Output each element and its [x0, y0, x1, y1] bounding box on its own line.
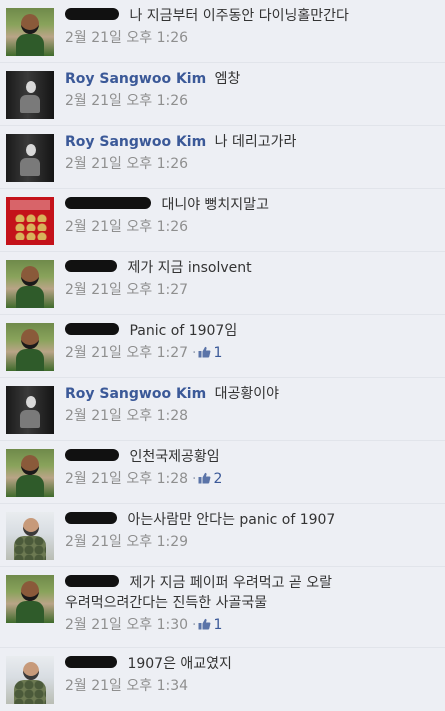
meta-separator: ·: [192, 345, 197, 361]
comment-feed: 나 지금부터 이주동안 다이닝홀만간다 2월 21일 오후 1:26 Roy S…: [0, 0, 445, 708]
thumbs-up-icon[interactable]: [198, 618, 211, 630]
comment-item: 제가 지금 페이퍼 우려먹고 곧 오랄 우려먹으려간다는 진득한 사골국물 2월…: [0, 567, 445, 648]
author-name-redacted[interactable]: [65, 449, 119, 461]
comment-item: 1907은 애교였지 2월 21일 오후 1:34: [0, 648, 445, 711]
author-name-redacted[interactable]: [65, 323, 119, 335]
comment-text: 아는사람만 안다는 panic of 1907: [127, 512, 336, 528]
author-name-link[interactable]: Roy Sangwoo Kim: [65, 71, 206, 87]
author-name-link[interactable]: Roy Sangwoo Kim: [65, 386, 206, 402]
boy-avatar-icon[interactable]: [6, 575, 54, 623]
boy-avatar-icon[interactable]: [6, 323, 54, 371]
comment-item: 아는사람만 안다는 panic of 1907 2월 21일 오후 1:29: [0, 504, 445, 567]
comment-text: 제가 지금 insolvent: [127, 260, 252, 276]
comment-meta: 2월 21일 오후 1:28 · 2: [65, 469, 439, 489]
author-name-redacted[interactable]: [65, 575, 119, 587]
soldier-avatar-icon[interactable]: [6, 512, 54, 560]
meta-separator: ·: [192, 617, 197, 633]
comment-text: 대공황이야: [214, 386, 280, 402]
comment-timestamp[interactable]: 2월 21일 오후 1:30: [65, 617, 188, 633]
comment-text: 인천국제공황임: [129, 449, 220, 465]
comment-meta: 2월 21일 오후 1:30 · 1: [65, 615, 439, 635]
comment-item: Roy Sangwoo Kim 엠창 2월 21일 오후 1:26: [0, 63, 445, 126]
comment-item: Panic of 1907임 2월 21일 오후 1:27 · 1: [0, 315, 445, 378]
comment-item: 나 지금부터 이주동안 다이닝홀만간다 2월 21일 오후 1:26: [0, 0, 445, 63]
author-name-redacted[interactable]: [65, 656, 117, 668]
comment-timestamp[interactable]: 2월 21일 오후 1:28: [65, 406, 439, 426]
comment-timestamp[interactable]: 2월 21일 오후 1:26: [65, 154, 439, 174]
meta-separator: ·: [192, 471, 197, 487]
comment-timestamp[interactable]: 2월 21일 오후 1:27: [65, 345, 188, 361]
boy-avatar-icon[interactable]: [6, 449, 54, 497]
red-avatar-icon[interactable]: [6, 197, 54, 245]
comment-text: 나 지금부터 이주동안 다이닝홀만간다: [129, 8, 349, 24]
like-count[interactable]: 2: [213, 471, 222, 487]
boy-avatar-icon[interactable]: [6, 8, 54, 56]
comment-text: 1907은 애교였지: [127, 656, 232, 672]
author-name-redacted[interactable]: [65, 512, 117, 524]
comment-item: 제가 지금 insolvent 2월 21일 오후 1:27: [0, 252, 445, 315]
like-count[interactable]: 1: [213, 617, 222, 633]
author-name-link[interactable]: Roy Sangwoo Kim: [65, 134, 206, 150]
thumbs-up-icon[interactable]: [198, 346, 211, 358]
comment-item: Roy Sangwoo Kim 대공황이야 2월 21일 오후 1:28: [0, 378, 445, 441]
dark-avatar-icon[interactable]: [6, 134, 54, 182]
comment-timestamp[interactable]: 2월 21일 오후 1:27: [65, 280, 439, 300]
comment-timestamp[interactable]: 2월 21일 오후 1:28: [65, 471, 188, 487]
thumbs-up-icon[interactable]: [198, 472, 211, 484]
comment-timestamp[interactable]: 2월 21일 오후 1:26: [65, 91, 439, 111]
comment-item: 인천국제공황임 2월 21일 오후 1:28 · 2: [0, 441, 445, 504]
soldier-avatar-icon[interactable]: [6, 656, 54, 704]
comment-item: Roy Sangwoo Kim 나 데리고가라 2월 21일 오후 1:26: [0, 126, 445, 189]
author-name-redacted[interactable]: [65, 8, 119, 20]
comment-text: Panic of 1907임: [129, 323, 238, 339]
dark-avatar-icon[interactable]: [6, 386, 54, 434]
like-count[interactable]: 1: [213, 345, 222, 361]
comment-text: 대니야 뻥치지말고: [161, 197, 269, 213]
author-name-redacted[interactable]: [65, 197, 151, 209]
comment-text: 나 데리고가라: [214, 134, 297, 150]
comment-meta: 2월 21일 오후 1:27 · 1: [65, 343, 439, 363]
boy-avatar-icon[interactable]: [6, 260, 54, 308]
comment-timestamp[interactable]: 2월 21일 오후 1:26: [65, 28, 439, 48]
author-name-redacted[interactable]: [65, 260, 117, 272]
comment-item: 대니야 뻥치지말고 2월 21일 오후 1:26: [0, 189, 445, 252]
comment-text: 엠창: [214, 71, 241, 87]
comment-timestamp[interactable]: 2월 21일 오후 1:26: [65, 217, 439, 237]
dark-avatar-icon[interactable]: [6, 71, 54, 119]
comment-timestamp[interactable]: 2월 21일 오후 1:34: [65, 676, 439, 696]
comment-timestamp[interactable]: 2월 21일 오후 1:29: [65, 532, 439, 552]
